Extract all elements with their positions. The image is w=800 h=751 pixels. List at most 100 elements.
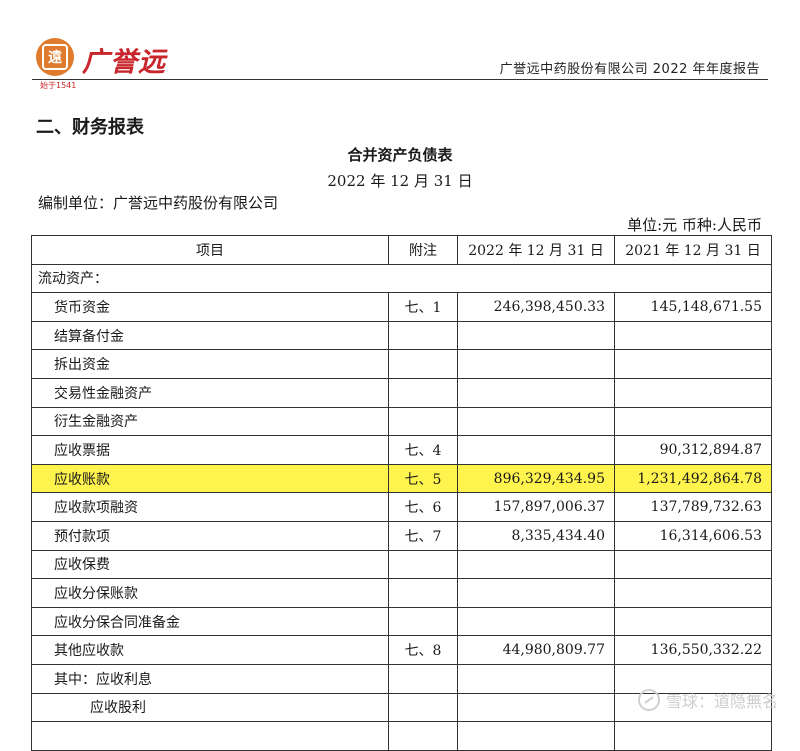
value-2021-cell [614,578,772,608]
item-cell: 货币资金 [31,292,389,322]
value-2021-cell [614,263,772,294]
value-2021-cell [614,549,772,580]
item-cell: 应收股利 [31,692,389,723]
table-row: 交易性金融资产 [31,377,772,408]
value-2022-cell: 44,980,809.77 [457,635,615,665]
value-2022-cell: 896,329,434.95 [457,463,615,494]
note-cell: 七、1 [388,292,458,322]
table-row: 应收票据 七、4 90,312,894.87 [31,435,772,465]
item-cell: 应收票据 [31,435,389,465]
value-2022-cell [457,578,615,608]
value-2021-cell [614,721,772,751]
header-divider [32,79,768,80]
logo-established: 始于1541 [40,81,77,90]
table-row: 应收分保账款 [31,578,772,608]
table-row: 应收保费 [31,549,772,580]
note-cell: 七、4 [388,435,458,465]
value-2021-cell: 16,314,606.53 [614,520,772,551]
statement-title: 合并资产负债表 [347,146,453,164]
table-header-row: 项目 附注 2022 年 12 月 31 日 2021 年 12 月 31 日 [31,235,772,265]
note-cell [388,377,458,408]
item-cell: 其他应收款 [31,635,389,665]
value-2021-cell: 1,231,492,864.78 [614,463,772,494]
value-2022-cell: 246,398,450.33 [457,292,615,322]
snowball-icon [637,689,660,711]
balance-sheet-table: 项目 附注 2022 年 12 月 31 日 2021 年 12 月 31 日 … [31,235,772,751]
item-cell: 应收分保合同准备金 [31,606,389,637]
watermark: 雪球：道隐無名 [637,688,778,712]
value-2021-cell [614,406,772,437]
note-cell: 七、8 [388,635,458,665]
logo-mark-icon: 遠 [36,38,74,76]
note-cell [388,663,458,694]
table-row: 流动资产： [31,263,772,294]
item-cell: 结算备付金 [31,320,389,351]
value-2022-cell: 157,897,006.37 [457,492,615,522]
item-cell [31,721,389,751]
value-2021-cell: 90,312,894.87 [614,435,772,465]
item-cell: 流动资产： [31,263,389,294]
header-2021: 2021 年 12 月 31 日 [614,235,772,265]
note-cell: 七、5 [388,463,458,494]
table-row: 拆出资金 [31,349,772,379]
note-cell [388,406,458,437]
table-row: 结算备付金 [31,320,772,351]
note-cell [388,549,458,580]
company-logo: 遠 广誉远 始于1541 [36,34,186,90]
value-2021-cell [614,606,772,637]
statement-date: 2022 年 12 月 31 日 [327,172,473,190]
header-note: 附注 [388,235,458,265]
header-2022: 2022 年 12 月 31 日 [457,235,615,265]
value-2021-cell: 136,550,332.22 [614,635,772,665]
header-item: 项目 [31,235,389,265]
note-cell [388,606,458,637]
currency-unit: 单位:元 币种:人民币 [627,216,762,234]
item-cell: 应收分保账款 [31,578,389,608]
note-cell [388,263,458,294]
table-row: 货币资金 七、1 246,398,450.33 145,148,671.55 [31,292,772,322]
table-row: 应收分保合同准备金 [31,606,772,637]
item-cell: 交易性金融资产 [31,377,389,408]
note-cell [388,692,458,723]
watermark-text: 雪球：道隐無名 [665,692,778,711]
report-title: 广誉远中药股份有限公司 2022 年年度报告 [499,62,760,77]
item-cell: 应收款项融资 [31,492,389,522]
value-2022-cell [457,263,615,294]
value-2022-cell [457,549,615,580]
logo-wordmark: 广誉远 [82,47,166,78]
value-2021-cell [614,320,772,351]
value-2022-cell [457,406,615,437]
table-row: 应收账款 七、5 896,329,434.95 1,231,492,864.78 [31,463,772,494]
note-cell [388,320,458,351]
value-2022-cell [457,606,615,637]
item-cell: 预付款项 [31,520,389,551]
section-title: 二、财务报表 [36,117,144,138]
table-row [31,721,772,751]
value-2022-cell [457,663,615,694]
note-cell [388,349,458,379]
value-2022-cell [457,349,615,379]
item-cell: 衍生金融资产 [31,406,389,437]
note-cell [388,578,458,608]
value-2022-cell [457,320,615,351]
table-row: 衍生金融资产 [31,406,772,437]
item-cell: 拆出资金 [31,349,389,379]
table-row: 其他应收款 七、8 44,980,809.77 136,550,332.22 [31,635,772,665]
item-cell: 应收账款 [31,463,389,494]
note-cell: 七、7 [388,520,458,551]
value-2022-cell: 8,335,434.40 [457,520,615,551]
item-cell: 其中：应收利息 [31,663,389,694]
value-2021-cell: 145,148,671.55 [614,292,772,322]
value-2022-cell [457,721,615,751]
item-cell: 应收保费 [31,549,389,580]
preparing-entity: 编制单位：广誉远中药股份有限公司 [38,194,279,212]
value-2022-cell [457,377,615,408]
value-2022-cell [457,435,615,465]
table-row: 预付款项 七、7 8,335,434.40 16,314,606.53 [31,520,772,551]
value-2021-cell [614,349,772,379]
value-2021-cell: 137,789,732.63 [614,492,772,522]
value-2022-cell [457,692,615,723]
note-cell [388,721,458,751]
table-row: 应收款项融资 七、6 157,897,006.37 137,789,732.63 [31,492,772,522]
note-cell: 七、6 [388,492,458,522]
